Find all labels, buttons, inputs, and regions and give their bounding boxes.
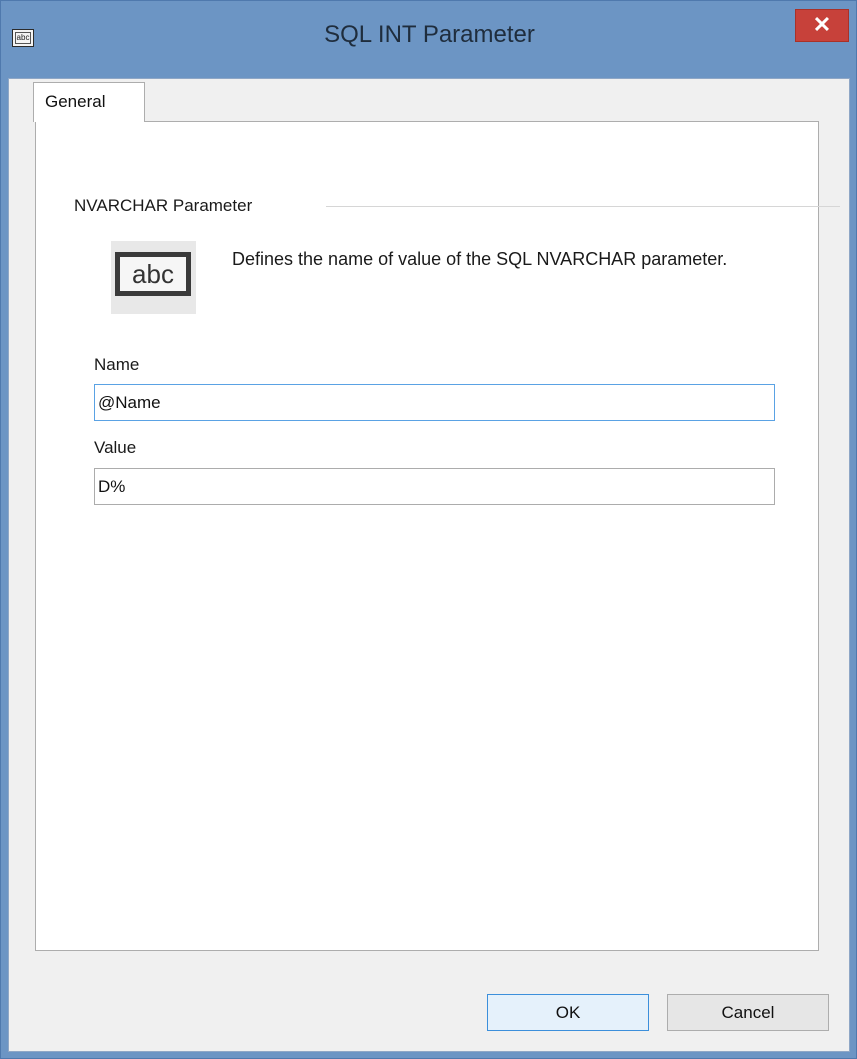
tab-general-label: General bbox=[45, 92, 106, 111]
close-button[interactable]: ✕ bbox=[795, 9, 849, 42]
dialog-window: abc SQL INT Parameter ✕ General NVARCHAR… bbox=[0, 0, 857, 1059]
value-label: Value bbox=[94, 438, 137, 457]
title-bar[interactable]: abc SQL INT Parameter ✕ bbox=[1, 1, 856, 79]
name-input[interactable] bbox=[94, 384, 775, 421]
app-icon-text: abc bbox=[16, 33, 30, 42]
name-label: Name bbox=[94, 355, 140, 374]
dialog-client-area: General NVARCHAR Parameter abc Defines t… bbox=[8, 78, 850, 1052]
window-title: SQL INT Parameter bbox=[324, 21, 535, 48]
close-icon: ✕ bbox=[812, 12, 832, 37]
group-title: NVARCHAR Parameter bbox=[74, 196, 263, 216]
abc-icon: abc bbox=[115, 252, 191, 296]
tab-general[interactable]: General bbox=[33, 82, 145, 122]
ok-button[interactable]: OK bbox=[487, 994, 649, 1031]
text-parameter-icon: abc bbox=[111, 241, 196, 314]
group-divider bbox=[326, 206, 840, 207]
cancel-button[interactable]: Cancel bbox=[667, 994, 829, 1031]
tab-panel-general: NVARCHAR Parameter abc Defines the name … bbox=[35, 121, 840, 951]
group-description: Defines the name of value of the SQL NVA… bbox=[232, 249, 728, 269]
value-input[interactable] bbox=[94, 468, 775, 505]
